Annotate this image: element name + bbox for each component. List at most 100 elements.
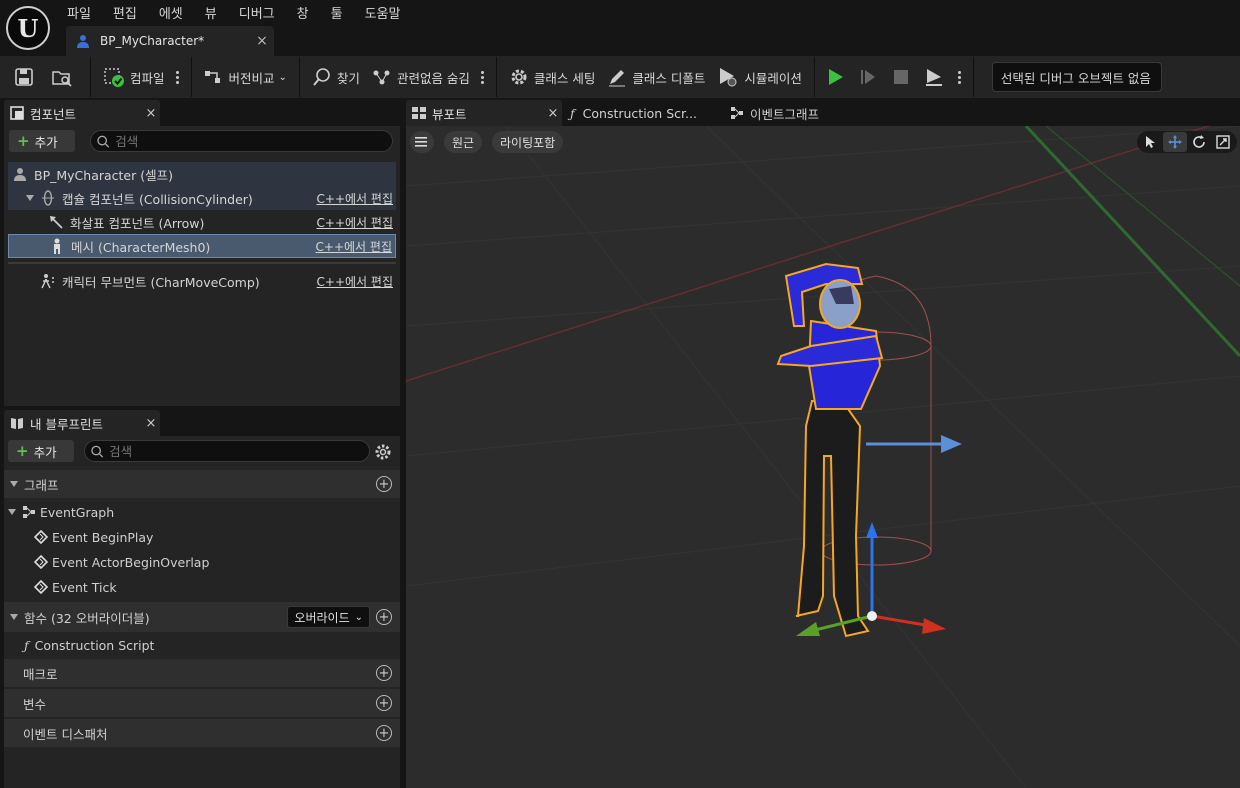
document-tab-label: BP_MyCharacter* bbox=[100, 34, 205, 48]
components-tab[interactable]: 컴포넌트 × bbox=[4, 100, 160, 126]
menu-asset[interactable]: 에셋 bbox=[148, 3, 194, 22]
save-icon[interactable] bbox=[0, 61, 45, 93]
blueprint-add-button[interactable]: + 추가 bbox=[8, 440, 74, 462]
components-add-button[interactable]: + 추가 bbox=[9, 130, 75, 152]
viewport-area: 뷰포트 × ƒ Construction Scr... 이벤트그래프 원근 라이… bbox=[404, 100, 1240, 788]
menu-view[interactable]: 뷰 bbox=[194, 3, 228, 22]
override-dropdown[interactable]: 오버라이드 ⌄ bbox=[287, 606, 370, 628]
event-item[interactable]: Event ActorBeginOverlap bbox=[4, 550, 400, 574]
menu-window[interactable]: 창 bbox=[286, 3, 320, 22]
macros-section-header[interactable]: 매크로 + bbox=[4, 659, 400, 687]
event-item[interactable]: Event BeginPlay bbox=[4, 525, 400, 549]
my-blueprint-close-icon[interactable]: × bbox=[142, 416, 160, 431]
components-add-label: 추가 bbox=[34, 134, 58, 150]
viewport-close-icon[interactable]: × bbox=[544, 106, 562, 121]
hide-unrelated-options-icon[interactable] bbox=[476, 67, 490, 87]
component-row-capsule[interactable]: 캡슐 컴포넌트 (CollisionCylinder) C++에서 편집 bbox=[8, 186, 396, 210]
viewport-tab[interactable]: 뷰포트 × bbox=[406, 100, 562, 126]
construction-script-item[interactable]: ƒ Construction Script bbox=[4, 633, 400, 657]
class-defaults-button[interactable]: 클래스 디폴트 bbox=[601, 61, 711, 93]
edit-in-cpp-link[interactable]: C++에서 편집 bbox=[316, 238, 392, 255]
hide-unrelated-button[interactable]: 관련없음 숨김 bbox=[366, 61, 476, 93]
expand-arrow-icon[interactable] bbox=[10, 481, 18, 487]
construction-script-label: Construction Script bbox=[34, 637, 155, 653]
unreal-logo-icon[interactable]: U bbox=[6, 6, 50, 50]
variables-section-header[interactable]: 변수 + bbox=[4, 689, 400, 717]
settings-gear-icon[interactable] bbox=[374, 443, 392, 461]
document-tab[interactable]: BP_MyCharacter* × bbox=[66, 26, 274, 56]
play-icon[interactable] bbox=[821, 61, 854, 93]
event-diamond-icon bbox=[34, 555, 48, 569]
component-row-movement[interactable]: 캐릭터 무브먼트 (CharMoveComp) C++에서 편집 bbox=[8, 269, 396, 293]
add-macro-icon[interactable]: + bbox=[376, 665, 392, 681]
add-graph-icon[interactable]: + bbox=[376, 476, 392, 492]
menu-debug[interactable]: 디버그 bbox=[228, 3, 286, 22]
document-tab-close-icon[interactable]: × bbox=[250, 33, 274, 49]
components-search-box[interactable] bbox=[90, 130, 393, 152]
function-icon: ƒ bbox=[570, 105, 575, 121]
expand-arrow-icon[interactable] bbox=[8, 509, 16, 515]
event-graph-item[interactable]: EventGraph bbox=[4, 500, 400, 524]
capsule-icon bbox=[40, 190, 56, 206]
override-label: 오버라이드 bbox=[294, 610, 350, 625]
perspective-button[interactable]: 원근 bbox=[444, 131, 483, 153]
components-close-icon[interactable]: × bbox=[142, 106, 160, 121]
step-icon[interactable] bbox=[854, 61, 887, 93]
class-settings-button[interactable]: 클래스 세팅 bbox=[503, 61, 601, 93]
component-row-mesh[interactable]: 메시 (CharacterMesh0) C++에서 편집 bbox=[8, 234, 396, 258]
compile-options-icon[interactable] bbox=[171, 67, 185, 87]
compile-label: 컴파일 bbox=[130, 70, 165, 86]
components-icon bbox=[10, 106, 24, 120]
find-button[interactable]: 찾기 bbox=[306, 61, 366, 93]
viewport-menu-icon[interactable] bbox=[410, 131, 434, 153]
menu-tools[interactable]: 툴 bbox=[320, 3, 354, 22]
add-dispatcher-icon[interactable]: + bbox=[376, 725, 392, 741]
browse-asset-icon[interactable] bbox=[45, 61, 84, 93]
viewport-grid-icon bbox=[412, 107, 426, 119]
scale-tool-icon[interactable] bbox=[1211, 132, 1235, 152]
edit-in-cpp-link[interactable]: C++에서 편집 bbox=[317, 190, 393, 207]
compile-button[interactable]: 컴파일 bbox=[97, 61, 171, 93]
blueprint-search-input[interactable] bbox=[109, 443, 369, 459]
search-icon bbox=[97, 135, 110, 148]
chevron-down-icon: ⌄ bbox=[278, 71, 287, 83]
component-label: BP_MyCharacter (셀프) bbox=[34, 167, 173, 183]
toolbar-separator bbox=[298, 57, 300, 97]
event-graph-tab[interactable]: 이벤트그래프 bbox=[722, 100, 827, 126]
event-graph-tab-label: 이벤트그래프 bbox=[750, 106, 820, 122]
lighting-button[interactable]: 라이팅포함 bbox=[492, 131, 564, 153]
my-blueprint-tab[interactable]: 내 블루프린트 × bbox=[4, 410, 160, 436]
simulation-button[interactable]: 시뮬레이션 bbox=[711, 61, 808, 93]
component-row-self[interactable]: BP_MyCharacter (셀프) bbox=[8, 162, 396, 186]
rotate-tool-icon[interactable] bbox=[1187, 132, 1211, 152]
component-row-arrow[interactable]: 화살표 컴포넌트 (Arrow) C++에서 편집 bbox=[8, 210, 396, 234]
components-tree: BP_MyCharacter (셀프) 캡슐 컴포넌트 (CollisionCy… bbox=[8, 162, 396, 293]
add-function-icon[interactable]: + bbox=[376, 609, 392, 625]
select-cursor-icon[interactable] bbox=[1139, 132, 1163, 152]
dispatchers-section-header[interactable]: 이벤트 디스패처 + bbox=[4, 719, 400, 747]
event-item[interactable]: Event Tick bbox=[4, 575, 400, 599]
stop-icon[interactable] bbox=[887, 61, 920, 93]
diff-button[interactable]: 버전비교 ⌄ bbox=[198, 61, 293, 93]
search-icon bbox=[91, 445, 104, 458]
add-variable-icon[interactable]: + bbox=[376, 695, 392, 711]
expand-arrow-icon[interactable] bbox=[26, 195, 34, 201]
menu-help[interactable]: 도움말 bbox=[354, 3, 412, 22]
debug-object-select[interactable]: 선택된 디버그 오브젝트 없음 bbox=[991, 62, 1162, 92]
class-settings-label: 클래스 세팅 bbox=[533, 70, 596, 86]
menu-edit[interactable]: 편집 bbox=[102, 3, 148, 22]
graphs-section-header[interactable]: 그래프 + bbox=[4, 470, 400, 498]
expand-arrow-icon[interactable] bbox=[10, 614, 18, 620]
viewport-3d[interactable]: 원근 라이팅포함 bbox=[406, 126, 1240, 788]
menu-file[interactable]: 파일 bbox=[56, 3, 102, 22]
components-search-input[interactable] bbox=[115, 133, 392, 149]
edit-in-cpp-link[interactable]: C++에서 편집 bbox=[317, 273, 393, 290]
event-graph-icon bbox=[730, 106, 744, 120]
edit-in-cpp-link[interactable]: C++에서 편집 bbox=[317, 214, 393, 231]
eject-icon[interactable] bbox=[920, 61, 953, 93]
functions-section-header[interactable]: 함수 (32 오버라이더블) 오버라이드 ⌄ + bbox=[4, 602, 400, 632]
blueprint-search-box[interactable] bbox=[84, 440, 370, 462]
construction-script-tab[interactable]: ƒ Construction Scr... bbox=[562, 100, 722, 126]
move-tool-icon[interactable] bbox=[1163, 132, 1187, 152]
play-options-icon[interactable] bbox=[953, 67, 967, 87]
